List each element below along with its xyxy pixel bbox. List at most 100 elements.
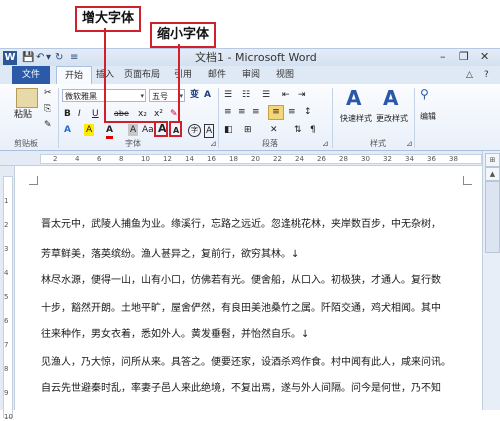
ruler-mark: 38 [449, 155, 458, 163]
tab-home[interactable]: 开始 [56, 66, 92, 86]
document-line[interactable]: 芳草鲜美，落英缤纷。渔人甚异之，复前行，欲穷其林。↓ [41, 248, 299, 262]
paste-icon[interactable] [16, 88, 38, 108]
undo-dropdown-icon[interactable]: ▾ [46, 51, 51, 65]
document-line[interactable]: 自云先世避秦时乱，率妻子邑人来此绝境，不复出焉，遂与外人间隔。问今是何世，乃不知 [41, 382, 441, 396]
clear-formatting-icon[interactable]: ✎ [170, 108, 178, 120]
close-button[interactable]: ✕ [480, 50, 489, 64]
font-dialog-launcher[interactable]: ⊿ [210, 139, 217, 149]
vertical-ruler[interactable]: 1 2 3 4 5 6 7 8 9 10 [0, 166, 15, 421]
vertical-scrollbar[interactable]: ⊞ ▲ [482, 151, 500, 410]
grow-font-highlight [154, 121, 168, 137]
highlight-color-button[interactable]: A [84, 124, 95, 136]
italic-button[interactable]: I [78, 108, 81, 120]
document-page[interactable]: 晋太元中，武陵人捕鱼为业。缘溪行，忘路之远近。忽逢桃花林，夹岸数百步，中无杂树，… [15, 166, 482, 410]
undo-icon[interactable]: ↶ [36, 51, 44, 65]
paste-button-label[interactable]: 粘贴 [14, 109, 32, 121]
word-app-icon[interactable]: W [3, 51, 17, 65]
tab-file[interactable]: 文件 [12, 66, 50, 84]
multilevel-list-icon[interactable]: ☰ [262, 89, 270, 101]
underline-button[interactable]: U [92, 108, 99, 120]
ruler-mark: 6 [4, 317, 9, 325]
tab-references[interactable]: 引用 [174, 66, 192, 84]
scroll-thumb[interactable] [485, 181, 500, 253]
superscript-button[interactable]: x² [154, 108, 163, 120]
sort-icon[interactable]: ⇅ [294, 124, 302, 136]
ruler-mark: 28 [339, 155, 348, 163]
tab-view[interactable]: 视图 [276, 66, 294, 84]
ruler-mark: 14 [185, 155, 194, 163]
ruler-mark: 10 [141, 155, 150, 163]
text-effects-button[interactable]: A [64, 124, 71, 136]
ruler-mark: 26 [317, 155, 326, 163]
quick-styles-label[interactable]: 快速样式 [340, 113, 372, 125]
restore-button[interactable]: ❐ [459, 50, 469, 64]
quick-styles-icon[interactable]: A [346, 86, 361, 110]
ribbon-tab-bar: 文件 开始 插入 页面布局 引用 邮件 审阅 视图 △ ? [0, 66, 500, 86]
borders-icon[interactable]: ⊞ [244, 124, 252, 136]
subscript-button[interactable]: x₂ [138, 108, 147, 120]
phonetic-guide-button[interactable]: 变 [190, 89, 199, 101]
character-border-button[interactable]: A [204, 124, 215, 138]
strikethrough-button[interactable]: abe [114, 108, 129, 120]
document-line[interactable]: 往来种作，男女衣着，悉如外人。黄发垂髫，并怡然自乐。↓ [41, 328, 309, 342]
change-styles-label[interactable]: 更改样式 [376, 113, 408, 125]
decrease-indent-icon[interactable]: ⇤ [282, 89, 290, 101]
character-shading-button[interactable]: A [128, 124, 139, 136]
change-case-button[interactable]: Aa [142, 124, 154, 136]
line-spacing-icon[interactable]: ↕ [304, 106, 312, 118]
enclose-characters-button[interactable]: 字 [188, 124, 201, 137]
shrink-font-highlight [169, 121, 182, 137]
document-line[interactable]: 晋太元中，武陵人捕鱼为业。缘溪行，忘路之远近。忽逢桃花林，夹岸数百步，中无杂树， [41, 218, 441, 232]
distributed-icon[interactable]: ≡ [288, 106, 296, 118]
save-icon[interactable]: 💾 [22, 51, 34, 65]
document-line[interactable]: 见渔人，乃大惊，问所从来。具答之。便要还家，设酒杀鸡作食。村中闻有此人，咸来问讯… [41, 356, 451, 370]
callout-enlarge-font: 增大字体 [75, 6, 141, 32]
styles-dialog-launcher[interactable]: ⊿ [406, 139, 413, 149]
redo-icon[interactable]: ↻ [55, 51, 63, 65]
ruler-mark: 3 [4, 245, 9, 253]
scroll-up-icon[interactable]: ▲ [485, 167, 500, 181]
ruler-mark: 24 [295, 155, 304, 163]
callout-shrink-font: 缩小字体 [150, 22, 216, 48]
find-binoculars-icon[interactable]: ⚲ [420, 88, 429, 100]
font-color-button[interactable]: A [106, 124, 113, 139]
bold-button[interactable]: B [64, 108, 71, 120]
paragraph-dialog-launcher[interactable]: ⊿ [322, 139, 329, 149]
copy-icon[interactable]: ⎘ [44, 103, 51, 115]
align-right-icon[interactable]: ≡ [252, 106, 260, 118]
ruler-mark: 5 [4, 293, 9, 301]
ruler-mark: 8 [4, 365, 9, 373]
ruler-mark: 6 [97, 155, 102, 163]
format-painter-icon[interactable]: ✎ [44, 119, 52, 131]
align-left-icon[interactable]: ≡ [224, 106, 232, 118]
ruler-toggle-icon[interactable]: ⊞ [485, 153, 500, 167]
ruler-mark: 4 [75, 155, 80, 163]
collapse-ribbon-icon[interactable]: △ [466, 66, 473, 84]
cut-icon[interactable]: ✂ [44, 87, 52, 99]
callout-line [178, 44, 180, 121]
chinese-layout-icon[interactable]: ✕ [270, 124, 278, 136]
help-icon[interactable]: ? [484, 66, 489, 84]
tab-review[interactable]: 审阅 [242, 66, 260, 84]
bullets-icon[interactable]: ☰ [224, 89, 232, 101]
minimize-button[interactable]: – [440, 50, 446, 64]
align-center-icon[interactable]: ≡ [238, 106, 246, 118]
font-name-value: 微软雅黑 [65, 92, 97, 101]
numbering-icon[interactable]: ☷ [242, 89, 250, 101]
increase-indent-icon[interactable]: ⇥ [298, 89, 306, 101]
show-marks-icon[interactable]: ¶ [310, 124, 316, 136]
tab-mailings[interactable]: 邮件 [208, 66, 226, 84]
qat-customize-icon[interactable]: ≡ [70, 51, 78, 65]
font-effect-button[interactable]: A [204, 89, 211, 101]
horizontal-ruler[interactable]: 2 4 6 8 10 12 14 16 18 20 22 24 26 28 30 32 34 36 38 [0, 151, 500, 166]
shading-icon[interactable]: ◧ [224, 124, 233, 136]
change-styles-icon[interactable]: A [383, 86, 398, 110]
margin-corner-mark [463, 176, 472, 185]
callout-line [104, 121, 160, 123]
justify-icon[interactable]: ≡ [268, 105, 284, 120]
document-line[interactable]: 林尽水源，便得一山，山有小口，仿佛若有光。便舍船，从口入。初极狭，才通人。复行数 [41, 274, 441, 288]
tab-page-layout[interactable]: 页面布局 [124, 66, 160, 84]
document-line[interactable]: 十步，豁然开朗。土地平旷，屋舍俨然，有良田美池桑竹之属。阡陌交通，鸡犬相闻。其中 [41, 302, 441, 316]
editing-label[interactable]: 编辑 [420, 111, 436, 123]
title-bar: W 💾 ↶ ▾ ↻ ≡ 文档1 - Microsoft Word – ❐ ✕ [0, 48, 500, 67]
